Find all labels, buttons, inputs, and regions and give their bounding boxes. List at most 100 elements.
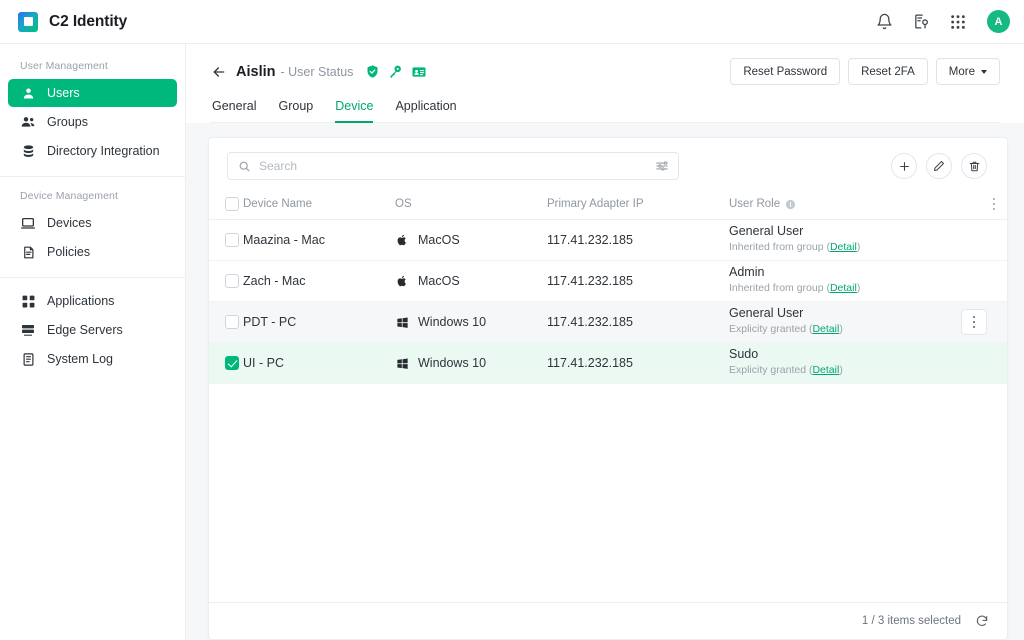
table-row[interactable]: PDT - PC Windows 10 117.41.232.185 Gener… [209,301,1007,343]
cell-ip: 117.41.232.185 [547,342,729,384]
cell-user-role: General User Explicity granted (Detail) [729,301,961,343]
reset-2fa-button[interactable]: Reset 2FA [848,58,928,85]
header-column-menu[interactable] [961,190,1007,220]
role-name: Sudo [729,346,759,361]
filter-sliders-icon[interactable] [655,159,669,173]
search-box[interactable] [227,152,679,180]
select-all-checkbox[interactable] [225,197,239,211]
back-arrow-icon[interactable] [210,63,228,81]
row-select-cell [209,342,243,384]
sidebar-item-edge-servers[interactable]: Edge Servers [8,316,177,344]
tab-group[interactable]: Group [278,99,313,123]
add-device-button[interactable] [891,153,917,179]
delete-device-button[interactable] [961,153,987,179]
role-note: Inherited from group (Detail) [729,282,861,295]
search-input[interactable] [259,159,647,173]
role-name: General User [729,305,804,320]
role-detail-link[interactable]: Detail [830,241,857,253]
sidebar-item-policies[interactable]: Policies [8,238,177,266]
tab-bar: General Group Device Application [210,99,1000,123]
more-button[interactable]: More [935,58,1000,85]
kebab-menu-icon[interactable] [987,197,1001,211]
header-primary-adapter-ip[interactable]: Primary Adapter IP [547,190,729,220]
apple-icon [395,233,409,247]
sidebar-item-label: System Log [47,352,114,366]
header-device-name[interactable]: Device Name [243,190,395,220]
row-checkbox[interactable] [225,356,239,370]
kebab-menu-icon [967,315,981,329]
page-header-row: Aislin - User Status Reset Password Rese… [210,58,1000,85]
sidebar-item-system-log[interactable]: System Log [8,345,177,373]
header-user-role[interactable]: User Role [729,190,961,220]
sidebar-item-label: Applications [47,294,115,308]
table-row[interactable]: UI - PC Windows 10 117.41.232.185 Sudo E… [209,342,1007,384]
sidebar-item-label: Groups [47,115,88,129]
cell-os: Windows 10 [395,342,547,384]
role-note: Explicity granted (Detail) [729,323,843,336]
cell-os: MacOS [395,219,547,261]
device-location-icon[interactable] [911,12,931,32]
app-root: C2 Identity A User Management Users Grou… [0,0,1024,640]
sidebar-item-groups[interactable]: Groups [8,108,177,136]
shield-check-icon[interactable] [365,64,380,79]
sidebar-item-label: Devices [47,216,92,230]
key-icon[interactable] [388,64,403,79]
cell-user-role: Sudo Explicity granted (Detail) [729,342,961,384]
table-footer: 1 / 3 items selected [209,602,1007,639]
cell-os: MacOS [395,260,547,302]
page-header-actions: Reset Password Reset 2FA More [730,58,1000,85]
row-actions-button[interactable] [961,309,987,335]
cell-device-name: UI - PC [243,342,395,384]
table-body: Maazina - Mac MacOS 117.41.232.185 Gener… [209,219,1007,384]
role-detail-link[interactable]: Detail [812,323,839,335]
row-checkbox[interactable] [225,233,239,247]
sidebar-item-applications[interactable]: Applications [8,287,177,315]
row-select-cell [209,301,243,343]
content-area: Device Name OS Primary Adapter IP User R… [186,123,1024,640]
refresh-icon[interactable] [975,614,989,628]
table-empty-space [209,384,1007,602]
role-detail-link[interactable]: Detail [812,364,839,376]
table-action-buttons [891,153,987,179]
role-name: Admin [729,264,765,279]
c2-logo-icon [18,11,38,32]
table-row[interactable]: Maazina - Mac MacOS 117.41.232.185 Gener… [209,219,1007,261]
user-icon [20,85,36,101]
page-subtitle: - User Status [280,64,354,79]
row-checkbox[interactable] [225,315,239,329]
sidebar-item-directory-integration[interactable]: Directory Integration [8,137,177,165]
header-os[interactable]: OS [395,190,547,220]
body: User Management Users Groups Directory I… [0,44,1024,640]
sidebar-divider-2 [0,277,185,278]
cell-device-name: PDT - PC [243,301,395,343]
users-group-icon [20,114,36,130]
select-all-cell [209,190,243,220]
tab-device[interactable]: Device [335,99,374,123]
id-card-icon[interactable] [411,64,427,80]
table-row[interactable]: Zach - Mac MacOS 117.41.232.185 Admin In… [209,260,1007,302]
applications-grid-icon [20,293,36,309]
reset-password-button[interactable]: Reset Password [730,58,841,85]
windows-icon [395,315,409,329]
role-detail-link[interactable]: Detail [830,282,857,294]
laptop-icon [20,215,36,231]
table-toolbar [209,138,1007,190]
selection-count: 1 / 3 items selected [861,615,961,627]
tab-application[interactable]: Application [395,99,456,123]
sidebar: User Management Users Groups Directory I… [0,44,186,640]
avatar[interactable]: A [987,10,1010,33]
top-bar-actions: A [874,10,1010,33]
info-icon[interactable] [785,199,796,210]
apps-grid-icon[interactable] [948,12,968,32]
tab-general[interactable]: General [212,99,256,123]
cell-os: Windows 10 [395,301,547,343]
row-checkbox[interactable] [225,274,239,288]
bell-icon[interactable] [874,12,894,32]
sidebar-item-users[interactable]: Users [8,79,177,107]
sidebar-item-devices[interactable]: Devices [8,209,177,237]
policy-document-icon [20,244,36,260]
edit-device-button[interactable] [926,153,952,179]
search-icon [238,160,251,173]
brand[interactable]: C2 Identity [18,11,127,32]
chevron-down-icon [981,69,987,74]
